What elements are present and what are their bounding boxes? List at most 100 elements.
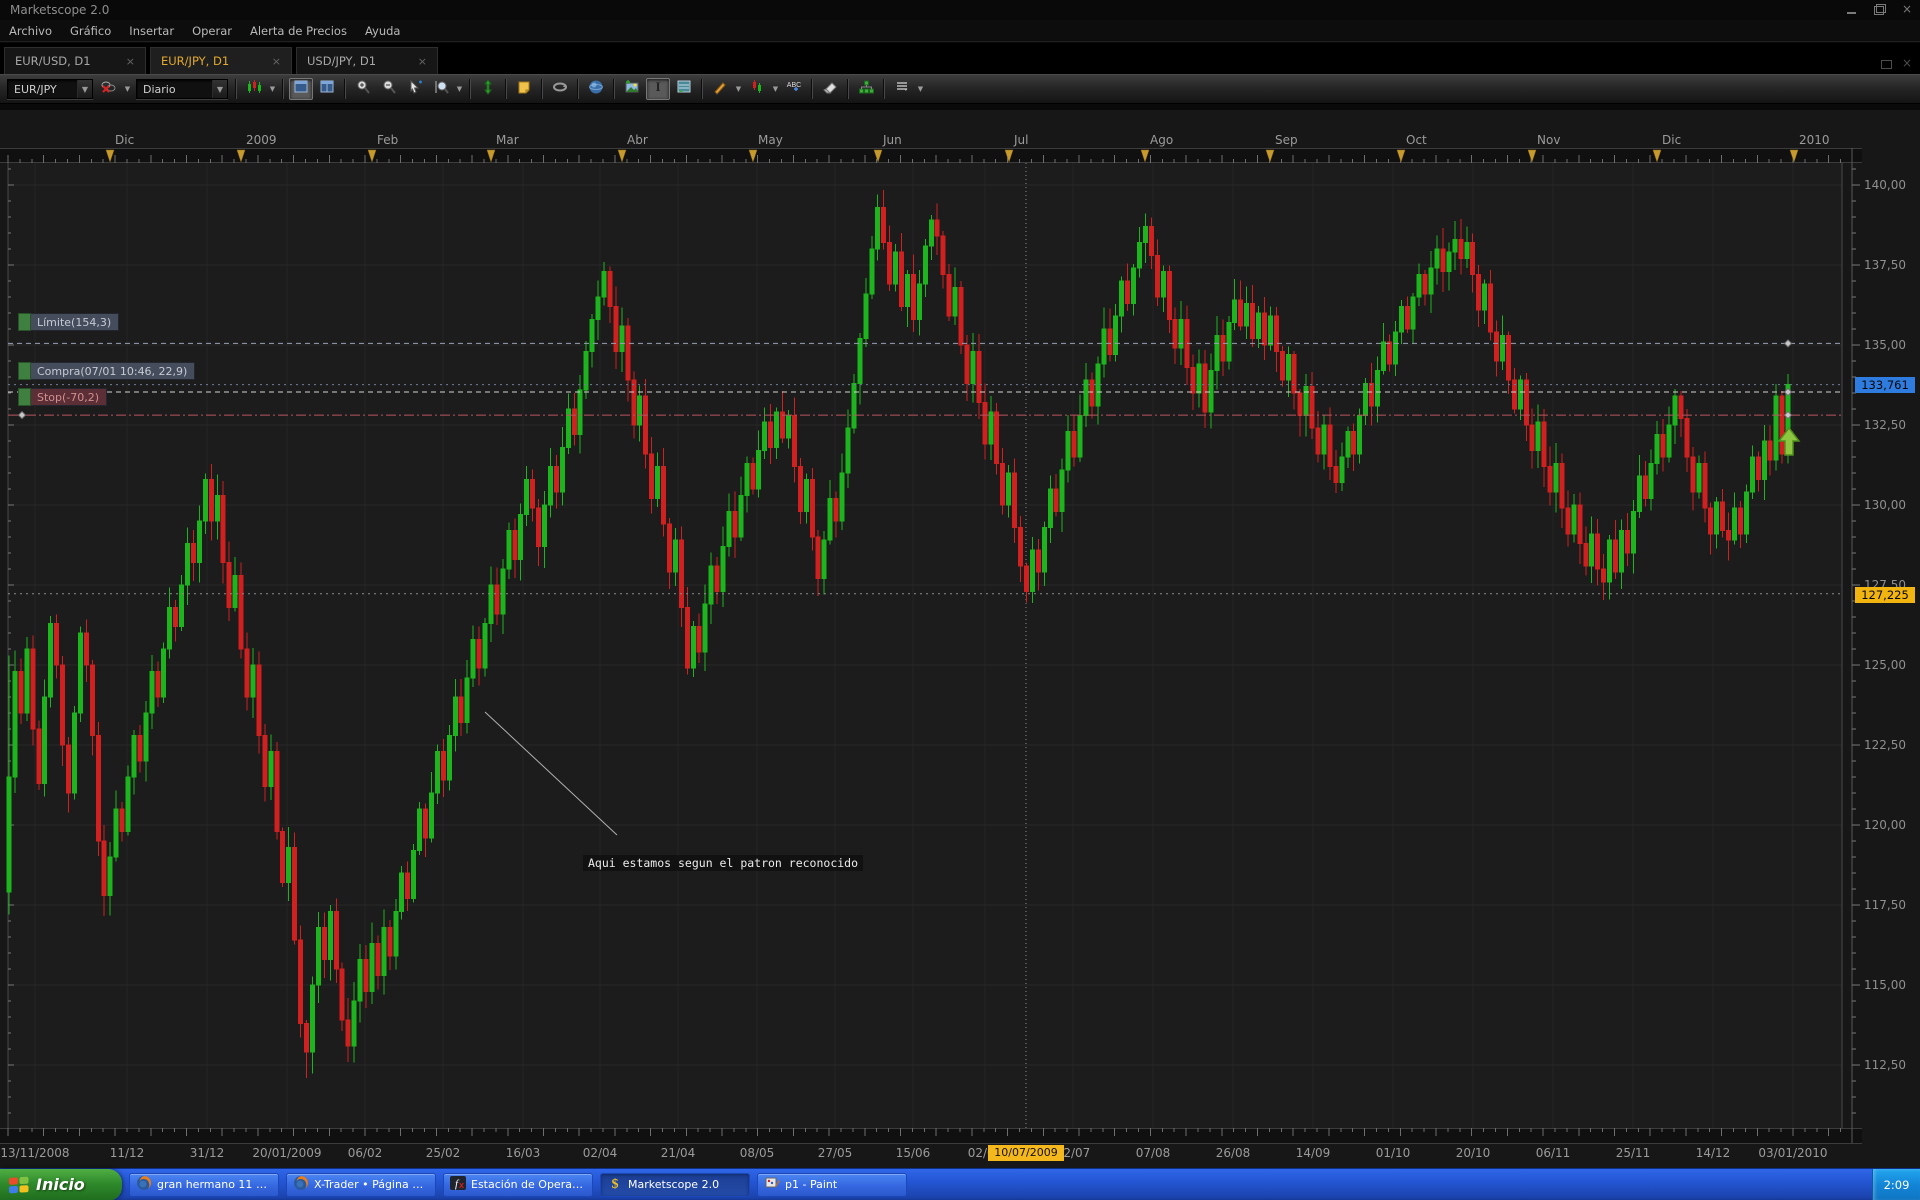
current-price-badge: 133,761 [1855, 377, 1915, 393]
svg-text:I: I [655, 79, 660, 94]
layout-grid [319, 79, 335, 99]
marketscope-window: Marketscope 2.0 × ArchivoGráficoInsertar… [0, 0, 1920, 1200]
svg-text:14/12: 14/12 [1696, 1146, 1731, 1160]
limit-order-label[interactable]: Límite(154,3) [18, 313, 119, 331]
pointer-add-button[interactable] [403, 78, 427, 100]
menu-item-4[interactable]: Alerta de Precios [241, 20, 356, 41]
taskbar-item-4[interactable]: p1 - Paint [757, 1173, 907, 1197]
chart-type-button[interactable] [242, 78, 266, 100]
svg-text:Feb: Feb [377, 133, 398, 147]
chevron-down-icon[interactable]: ▼ [454, 78, 465, 100]
svg-text:Abr: Abr [627, 133, 648, 147]
pattern-icon [749, 79, 765, 99]
svg-text:115,00: 115,00 [1864, 978, 1906, 992]
interval-value: Diario [137, 83, 212, 96]
link-toggle-button[interactable] [97, 78, 121, 100]
svg-text:Nov: Nov [1537, 133, 1560, 147]
layout-single-button[interactable] [289, 78, 313, 100]
rotate-3d-button[interactable] [548, 78, 572, 100]
taskbar: Inicio gran hermano 11 24 ... X-Trader •… [0, 1168, 1920, 1200]
zoom-in-icon [355, 79, 371, 99]
svg-text:13/11/2008: 13/11/2008 [0, 1146, 69, 1160]
list-menu-button[interactable] [890, 78, 914, 100]
minimize-icon[interactable] [1844, 3, 1858, 17]
zoom-out-icon [381, 79, 397, 99]
zoom-range-button[interactable] [429, 78, 453, 100]
tab-eur-jpy-d1[interactable]: EUR/JPY, D1× [150, 47, 292, 74]
interval-select[interactable]: Diario ▼ [136, 79, 228, 99]
text-tool-icon: I [650, 79, 666, 99]
chart-annotation-text[interactable]: Aqui estamos segun el patron reconocido [583, 855, 863, 871]
zoom-in-button[interactable] [351, 78, 375, 100]
svg-text:130,00: 130,00 [1864, 498, 1906, 512]
pattern-button[interactable] [745, 78, 769, 100]
tab-usd-jpy-d1[interactable]: USD/JPY, D1× [296, 47, 438, 74]
eraser-button[interactable] [818, 78, 842, 100]
chevron-down-icon[interactable]: ▼ [915, 78, 926, 100]
taskbar-item-2[interactable]: fx Estación de Operacio... [443, 1173, 593, 1197]
child-close-icon[interactable]: × [1902, 58, 1915, 69]
marked-low-price-badge: 127,225 [1855, 587, 1915, 603]
svg-text:125,00: 125,00 [1864, 658, 1906, 672]
menu-item-5[interactable]: Ayuda [356, 20, 410, 41]
window-title: Marketscope 2.0 [10, 3, 109, 17]
toolbar-separator [701, 79, 703, 99]
chevron-down-icon[interactable]: ▼ [733, 78, 744, 100]
list-menu-icon [895, 79, 909, 99]
tab-close-icon[interactable]: × [124, 55, 137, 68]
structure-button[interactable] [854, 78, 878, 100]
svg-text:137,50: 137,50 [1864, 258, 1906, 272]
close-icon[interactable]: × [1900, 3, 1914, 17]
toolbar-separator [847, 79, 849, 99]
zoom-out-button[interactable] [377, 78, 401, 100]
symbol-select[interactable]: EUR/JPY ▼ [7, 79, 93, 99]
layout-grid-button[interactable] [315, 78, 339, 100]
restore-icon[interactable] [1872, 3, 1886, 17]
insert-image-button[interactable] [620, 78, 644, 100]
start-button[interactable]: Inicio [0, 1169, 122, 1200]
chevron-down-icon[interactable]: ▼ [267, 78, 278, 100]
svg-text:03/01/2010: 03/01/2010 [1758, 1146, 1827, 1160]
globe-button[interactable] [584, 78, 608, 100]
chevron-down-icon[interactable]: ▼ [122, 78, 133, 100]
menu-item-3[interactable]: Operar [183, 20, 241, 41]
svg-text:122,50: 122,50 [1864, 738, 1906, 752]
firefox-icon [293, 1175, 309, 1194]
vertical-scale-button[interactable] [476, 78, 500, 100]
order-square-icon [18, 388, 31, 406]
paint-icon [764, 1175, 780, 1194]
taskbar-item-1[interactable]: X-Trader • Página pri... [286, 1173, 436, 1197]
svg-text:Dic: Dic [1662, 133, 1681, 147]
candlestick-chart[interactable]: 140,00137,50135,00132,50130,00127,50125,… [0, 110, 1920, 1168]
svg-text:07/08: 07/08 [1136, 1146, 1171, 1160]
highlighted-date-badge: 10/07/2009 [988, 1145, 1064, 1161]
zoom-range-icon [433, 79, 449, 99]
svg-text:25/11: 25/11 [1616, 1146, 1651, 1160]
menu-item-0[interactable]: Archivo [0, 20, 61, 41]
chevron-down-icon[interactable]: ▼ [770, 78, 781, 100]
taskbar-item-0[interactable]: gran hermano 11 24 ... [129, 1173, 279, 1197]
menu-item-2[interactable]: Insertar [120, 20, 183, 41]
svg-text:15/06: 15/06 [896, 1146, 931, 1160]
menu-item-1[interactable]: Gráfico [61, 20, 120, 41]
toolbar-separator [505, 79, 507, 99]
child-restore-icon[interactable] [1881, 58, 1894, 69]
svg-text:Jul: Jul [1013, 133, 1028, 147]
buy-order-label[interactable]: Compra(07/01 10:46, 22,9) [18, 362, 195, 380]
form-tool-button[interactable] [672, 78, 696, 100]
svg-text:14/09: 14/09 [1296, 1146, 1331, 1160]
svg-text:Sep: Sep [1275, 133, 1298, 147]
taskbar-item-3[interactable]: $ Marketscope 2.0 [600, 1173, 750, 1197]
svg-text:11/12: 11/12 [110, 1146, 145, 1160]
tab-eur-usd-d1[interactable]: EUR/USD, D1× [4, 47, 146, 74]
text-tool-button[interactable]: I [646, 78, 670, 100]
pencil-button[interactable] [708, 78, 732, 100]
insert-image-icon [624, 79, 640, 99]
tab-close-icon[interactable]: × [270, 55, 283, 68]
stop-order-label[interactable]: Stop(-70,2) [18, 388, 107, 406]
tab-bar: EUR/USD, D1× EUR/JPY, D1× USD/JPY, D1× × [0, 43, 1920, 74]
note-button[interactable] [512, 78, 536, 100]
spell-abc-button[interactable]: ABC [782, 78, 806, 100]
pointer-add-icon [407, 79, 423, 99]
tab-close-icon[interactable]: × [416, 55, 429, 68]
